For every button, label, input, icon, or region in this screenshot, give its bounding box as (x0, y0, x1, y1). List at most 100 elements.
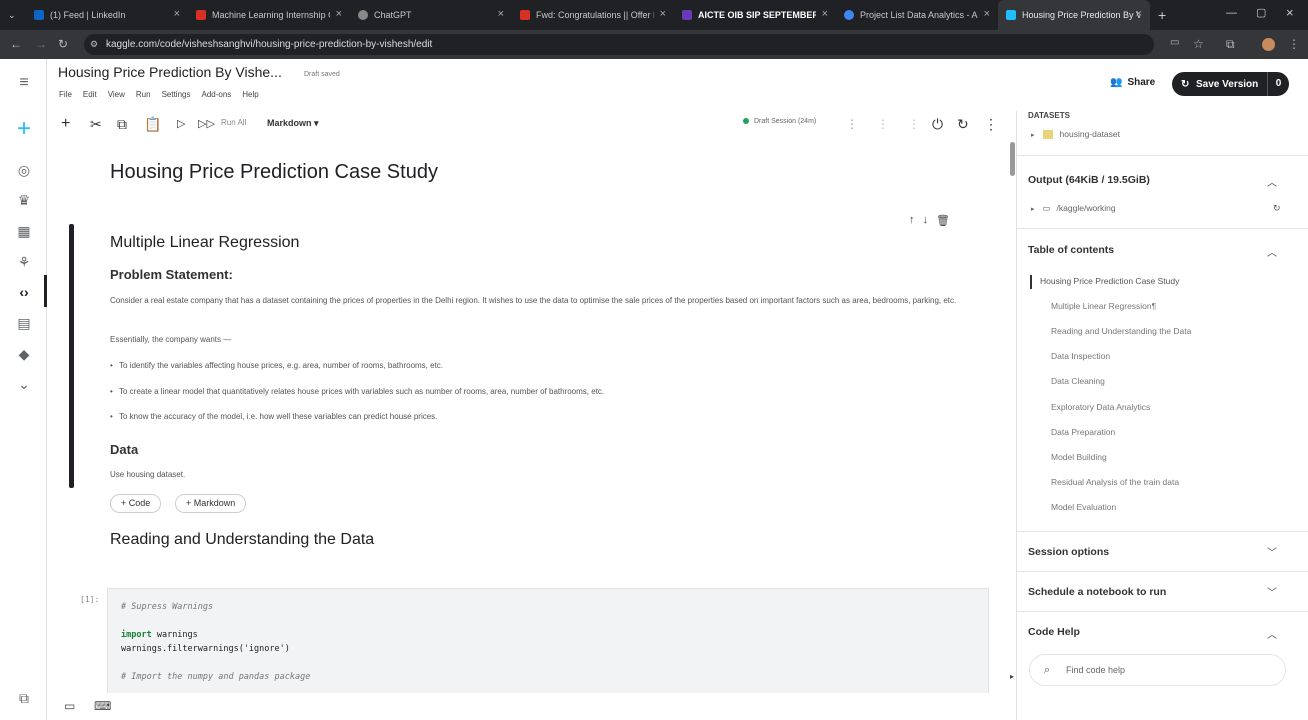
add-code-cell-button[interactable]: + Code (110, 494, 162, 513)
hamburger-menu-icon[interactable]: ≡ (14, 73, 34, 93)
cell-type-dropdown[interactable]: Markdown ▾ (267, 118, 319, 129)
new-tab-button[interactable]: + (1158, 7, 1166, 23)
restart-icon[interactable]: ↻ (957, 115, 969, 133)
browser-tab-active[interactable]: Housing Price Prediction By Vis × (998, 0, 1150, 30)
extensions-icon[interactable]: ⧉ (1226, 37, 1235, 52)
learn-icon[interactable]: ◆ (14, 344, 34, 364)
toc-item[interactable]: Exploratory Data Analytics (1051, 402, 1150, 412)
copy-icon[interactable]: ⧉ (117, 115, 127, 133)
toc-item[interactable]: Model Building (1051, 452, 1107, 462)
datasets-table-icon[interactable]: ▦ (14, 221, 34, 241)
cut-icon[interactable]: ✂ (90, 115, 102, 133)
close-window-icon[interactable]: × (1286, 5, 1294, 20)
menu-help[interactable]: Help (242, 90, 258, 99)
menu-view[interactable]: View (108, 90, 125, 99)
toc-item[interactable]: Reading and Understanding the Data (1051, 326, 1191, 336)
browser-tab[interactable]: Project List Data Analytics - Ai × (836, 0, 998, 30)
delete-cell-icon[interactable]: 🗑 (936, 214, 950, 227)
toc-item[interactable]: Model Evaluation (1051, 502, 1116, 512)
browser-tab[interactable]: Machine Learning Internship O × (188, 0, 350, 30)
models-icon[interactable]: ⚘ (14, 252, 34, 272)
close-tab-icon[interactable]: × (984, 8, 990, 20)
menu-edit[interactable]: Edit (83, 90, 97, 99)
collapse-panel-caret-icon[interactable]: ▸ (1010, 672, 1014, 681)
expand-chevron-icon[interactable]: ﹀ (1267, 584, 1277, 599)
create-plus-icon[interactable]: + (14, 117, 34, 141)
schedule-header[interactable]: Schedule a notebook to run (1028, 586, 1166, 598)
close-tab-icon[interactable]: × (822, 8, 828, 20)
move-down-icon[interactable]: ↓ (923, 214, 929, 227)
tab-search-chevron-icon[interactable]: ⌄ (0, 0, 26, 30)
more-options-icon[interactable]: ⋮ (984, 115, 998, 133)
menu-run[interactable]: Run (136, 90, 151, 99)
code-help-header[interactable]: Code Help (1028, 626, 1080, 638)
output-folder-item[interactable]: ▸ ▭/kaggle/working (1031, 203, 1116, 214)
close-tab-icon[interactable]: × (498, 8, 504, 20)
close-tab-icon[interactable]: × (336, 8, 342, 20)
browser-tab[interactable]: AICTE OIB SIP SEPTEMBER × (674, 0, 836, 30)
toc-item[interactable]: Data Preparation (1051, 427, 1115, 437)
collapse-chevron-icon[interactable]: ︿ (1267, 244, 1277, 259)
toc-item[interactable]: Data Inspection (1051, 351, 1110, 361)
share-button[interactable]: 👥 Share (1110, 77, 1155, 88)
code-line: warnings.filterwarnings('ignore') (121, 644, 290, 654)
run-all-icon[interactable]: ▷▷ (198, 115, 215, 133)
cast-icon[interactable]: ▭ (1170, 37, 1179, 48)
site-info-icon[interactable]: ⚙ (90, 39, 98, 50)
add-cell-icon[interactable]: + (61, 115, 70, 133)
toc-header[interactable]: Table of contents (1028, 244, 1114, 256)
save-version-button[interactable]: ↻ Save Version 0 (1172, 72, 1289, 96)
menu-add-ons[interactable]: Add-ons (201, 90, 231, 99)
browser-tab[interactable]: Fwd: Congratulations || Offer L × (512, 0, 674, 30)
chrome-menu-icon[interactable]: ⋮ (1288, 37, 1300, 51)
expand-chevron-icon[interactable]: ﹀ (1267, 544, 1277, 559)
session-metric-handle[interactable]: ⋮ (908, 115, 920, 133)
notifications-icon[interactable]: ⧉ (14, 688, 34, 708)
minimize-icon[interactable]: — (1226, 7, 1237, 19)
forward-icon[interactable]: → (35, 37, 47, 51)
toc-item[interactable]: Multiple Linear Regression¶ (1051, 301, 1156, 311)
run-cell-icon[interactable]: ▷ (177, 115, 185, 133)
menu-file[interactable]: File (59, 90, 72, 99)
session-metric-handle[interactable]: ⋮ (846, 115, 858, 133)
session-metric-handle[interactable]: ⋮ (877, 115, 889, 133)
back-icon[interactable]: ← (10, 37, 22, 51)
paste-icon[interactable]: 📋 (144, 115, 161, 133)
url-field[interactable]: kaggle.com/code/visheshsanghvi/housing-p… (84, 34, 1154, 55)
bookmark-star-icon[interactable]: ☆ (1193, 37, 1204, 51)
move-up-icon[interactable]: ↑ (909, 214, 915, 227)
selected-cell-indicator (69, 224, 74, 488)
output-header[interactable]: Output (64KiB / 19.5GiB) (1028, 174, 1150, 186)
keyboard-icon[interactable]: ⌨ (94, 699, 111, 713)
toc-item[interactable]: Housing Price Prediction Case Study (1040, 276, 1179, 286)
notebook-title[interactable]: Housing Price Prediction By Vishe... (58, 64, 282, 80)
discussions-icon[interactable]: ▤ (14, 313, 34, 333)
refresh-output-icon[interactable]: ↻ (1273, 203, 1281, 214)
menu-settings[interactable]: Settings (162, 90, 191, 99)
close-tab-icon[interactable]: × (174, 8, 180, 20)
profile-avatar[interactable] (1262, 38, 1275, 51)
more-chevron-icon[interactable]: ⌄ (14, 374, 34, 394)
restore-icon[interactable]: ▢ (1256, 6, 1266, 19)
power-icon[interactable]: ⏻ (932, 115, 943, 133)
toc-item[interactable]: Data Cleaning (1051, 376, 1105, 386)
toc-item[interactable]: Residual Analysis of the train data (1051, 477, 1179, 487)
close-tab-icon[interactable]: × (660, 8, 666, 20)
browser-tab[interactable]: ChatGPT × (350, 0, 512, 30)
collapse-chevron-icon[interactable]: ︿ (1267, 626, 1277, 641)
compass-icon[interactable]: ◎ (14, 160, 34, 180)
browser-tab[interactable]: (1) Feed | LinkedIn × (26, 0, 188, 30)
session-status[interactable]: Draft Session (24m) (743, 118, 816, 125)
console-icon[interactable]: ▭ (64, 699, 75, 713)
add-markdown-cell-button[interactable]: + Markdown (175, 494, 247, 513)
trophy-icon[interactable]: ♛ (14, 190, 34, 210)
dataset-item[interactable]: ▸ housing-dataset (1031, 129, 1120, 140)
content-scrollbar[interactable] (1010, 142, 1015, 176)
reload-icon[interactable]: ↻ (58, 37, 68, 51)
run-all-label[interactable]: Run All (221, 118, 246, 127)
close-tab-icon[interactable]: × (1136, 8, 1142, 20)
session-options-header[interactable]: Session options (1028, 546, 1109, 558)
code-help-search-input[interactable]: ⌕ Find code help (1029, 654, 1286, 686)
collapse-chevron-icon[interactable]: ︿ (1267, 174, 1277, 189)
code-icon[interactable]: ‹› (14, 282, 34, 302)
